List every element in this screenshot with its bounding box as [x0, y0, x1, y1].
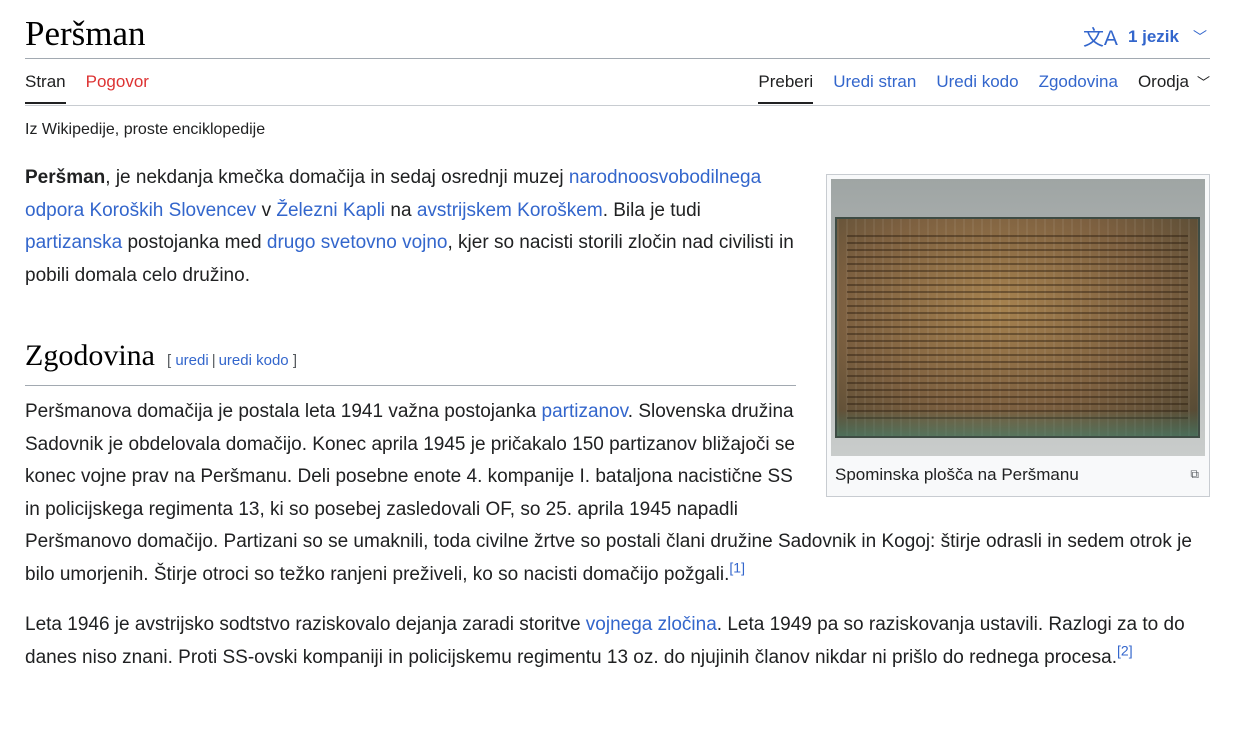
view-tabs: Preberi Uredi stran Uredi kodo Zgodovina… [758, 72, 1210, 104]
separator: | [211, 352, 216, 369]
plaque-slab [835, 217, 1200, 438]
reference-1[interactable]: [1] [729, 559, 745, 575]
site-tagline: Iz Wikipedije, proste enciklopedije [25, 121, 266, 138]
article-subject: Peršman [25, 167, 106, 188]
language-button-label: 1 jezik [1127, 27, 1179, 46]
link-druga-svetovna-vojna[interactable]: drugo svetovno vojno [267, 232, 448, 253]
edit-section-link[interactable]: uredi [175, 352, 208, 369]
edit-section-code-link[interactable]: uredi kodo [219, 352, 289, 369]
expand-icon[interactable]: ⧉ [1190, 463, 1199, 485]
text: v [256, 199, 277, 221]
plaque-inscription [847, 235, 1188, 420]
tab-zgodovina[interactable]: Zgodovina [1039, 72, 1118, 104]
text: . Bila je tudi [602, 199, 701, 221]
link-partizanska[interactable]: partizanska [25, 232, 122, 253]
plaque-patina [837, 410, 1198, 436]
link-zelezni-kapli[interactable]: Železni Kapli [276, 200, 385, 221]
article-body: Spominska plošča na Peršmanu ⧉ Peršman, … [25, 162, 1210, 692]
tab-preberi[interactable]: Preberi [758, 72, 814, 104]
tools-menu-label: Orodja [1137, 72, 1189, 91]
text: , je nekdanja kmečka domačija in sedaj o… [105, 167, 569, 188]
language-button[interactable]: 文A 1 jezik ﹀ [1083, 22, 1207, 52]
namespace-tabs: Stran Pogovor [25, 72, 149, 104]
tab-uredi-stran[interactable]: Uredi stran [833, 72, 916, 104]
text: postojanka med [122, 232, 267, 253]
link-avstrijskem-koroskem[interactable]: avstrijskem Koroškem [417, 200, 603, 221]
chevron-down-icon: ﹀ [1193, 29, 1207, 45]
image-caption-text: Spominska plošča na Peršmanu [835, 465, 1079, 484]
section-edit-links: [ uredi | uredi kodo ] [166, 352, 297, 369]
tab-pogovor[interactable]: Pogovor [86, 72, 149, 104]
link-vojnega-zlocina[interactable]: vojnega zločina [586, 614, 717, 635]
tab-uredi-kodo[interactable]: Uredi kodo [936, 72, 1018, 104]
history-paragraph-2: Leta 1946 je avstrijsko sodtstvo razisko… [25, 609, 1210, 674]
page-title: Peršman [25, 14, 146, 53]
title-divider [25, 58, 1210, 59]
chevron-down-icon: ﹀ [1196, 75, 1210, 90]
tabs-divider [25, 105, 1210, 106]
section-title: Zgodovina [25, 339, 155, 372]
section-heading-zgodovina: Zgodovina [ uredi | uredi kodo ] [25, 336, 796, 386]
image-caption: Spominska plošča na Peršmanu ⧉ [831, 456, 1205, 492]
link-partizanov[interactable]: partizanov [542, 401, 628, 422]
memorial-plaque-image[interactable] [831, 179, 1205, 456]
tools-menu[interactable]: Orodja ﹀ [1138, 72, 1210, 104]
text: Leta 1946 je avstrijsko sodtstvo razisko… [25, 614, 586, 635]
text: na [385, 199, 417, 221]
reference-2[interactable]: [2] [1117, 642, 1133, 658]
infobox-figure: Spominska plošča na Peršmanu ⧉ [826, 174, 1210, 497]
text: Peršmanova domačija je postala leta 1941… [25, 401, 542, 422]
translate-icon: 文A [1082, 27, 1118, 50]
tab-stran[interactable]: Stran [25, 72, 66, 104]
